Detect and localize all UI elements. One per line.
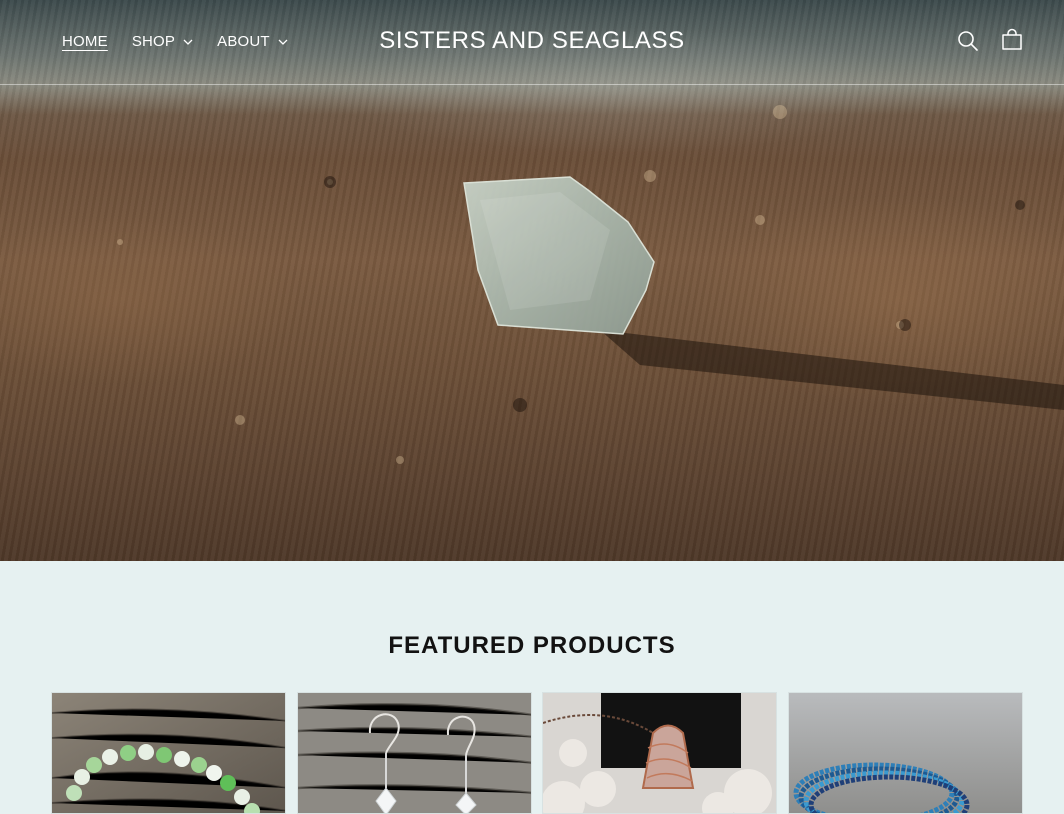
site-header: HOME SHOP ABOUT SISTERS AND SEAGLASS (0, 0, 1064, 85)
product-image-crystal-earrings (298, 693, 531, 813)
product-card-3[interactable] (542, 692, 777, 814)
search-icon[interactable] (955, 28, 981, 54)
site-logo-wrapper: SISTERS AND SEAGLASS (0, 27, 1064, 55)
product-card-1[interactable] (51, 692, 286, 814)
product-image-green-bracelet (52, 693, 285, 813)
featured-products-heading: FEATURED PRODUCTS (388, 632, 676, 659)
product-card-4[interactable] (788, 692, 1023, 814)
product-card-2[interactable] (297, 692, 532, 814)
product-image-blue-bracelets (789, 693, 1022, 813)
product-image-copper-pendant (543, 693, 776, 813)
cart-icon[interactable] (999, 28, 1025, 54)
site-logo[interactable]: SISTERS AND SEAGLASS (379, 27, 684, 54)
